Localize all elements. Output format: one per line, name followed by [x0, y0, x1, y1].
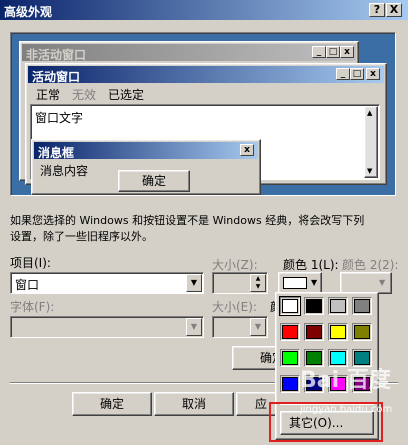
close-icon[interactable]: x [240, 144, 254, 156]
ok-button[interactable]: 确定 [72, 392, 152, 416]
item-select[interactable]: 窗口 ▼ [10, 272, 204, 294]
scroll-down-icon[interactable]: ▼ [367, 167, 372, 175]
color-swatch[interactable] [280, 323, 300, 341]
maximize-icon[interactable]: □ [326, 46, 340, 58]
message-box-title: 消息框 [38, 146, 75, 160]
dialog-title: 高级外观 [4, 5, 53, 19]
minimize-icon[interactable]: _ [336, 68, 350, 80]
spinner-arrows-icon[interactable]: ▲ ▼ [250, 274, 266, 292]
menu-item-selected[interactable]: 已选定 [108, 86, 144, 103]
chevron-down-icon[interactable]: ▼ [186, 274, 202, 292]
color2-label: 颜色 2(2): [342, 258, 399, 272]
menu-item-normal[interactable]: 正常 [36, 86, 60, 103]
close-icon[interactable]: x [340, 46, 354, 58]
close-button[interactable]: X [386, 3, 402, 17]
appearance-preview[interactable]: 非活动窗口 _ □ x 活动窗口 _ □ x 正常 无效 已选定 窗口文字 ▲ … [10, 32, 396, 196]
color1-picker-button[interactable]: ▼ [278, 272, 322, 294]
chevron-down-icon[interactable]: ▼ [250, 318, 266, 336]
menu-item-disabled: 无效 [72, 88, 97, 102]
size2-select[interactable]: ▼ [212, 316, 268, 338]
message-box-content: 消息内容 [40, 164, 89, 178]
size1-spinner[interactable]: ▲ ▼ [212, 272, 268, 294]
active-window-title: 活动窗口 [32, 70, 81, 84]
active-window-title-bar[interactable]: 活动窗口 _ □ x [28, 66, 384, 84]
inactive-window-title-bar[interactable]: 非活动窗口 _ □ x [22, 44, 356, 62]
close-icon[interactable]: x [366, 68, 380, 80]
message-box[interactable]: 消息框 x 消息内容 确定 [31, 139, 261, 195]
preview-scrollbar[interactable]: ▲ ▼ [364, 106, 378, 178]
ok-label: 确定 [99, 397, 124, 411]
chevron-down-icon: ▼ [379, 278, 386, 287]
message-box-title-bar[interactable]: 消息框 x [34, 142, 258, 160]
watermark-logo: Bai 百度 [300, 368, 391, 393]
color-swatch[interactable] [280, 349, 300, 367]
apply-label: 应 [255, 397, 268, 411]
dialog-title-bar[interactable]: 高级外观 ? X [0, 0, 408, 20]
watermark-url: jingyan.baidu.com [300, 404, 393, 415]
color-swatch[interactable] [328, 297, 348, 315]
minimize-icon[interactable]: _ [312, 46, 326, 58]
color-swatch[interactable] [304, 297, 324, 315]
chevron-down-icon: ▼ [311, 278, 318, 287]
color-swatch[interactable] [352, 323, 372, 341]
cancel-label: 取消 [181, 397, 206, 411]
font-select[interactable]: ▼ [10, 316, 204, 338]
item-label: 项目(I): [10, 256, 51, 270]
chevron-down-icon[interactable]: ▼ [186, 318, 202, 336]
color1-swatch [283, 277, 307, 289]
size2-label: 大小(E): [212, 300, 257, 314]
preview-menu-bar[interactable]: 正常 无效 已选定 [32, 86, 372, 102]
color-swatch[interactable] [352, 297, 372, 315]
help-button[interactable]: ? [369, 3, 385, 17]
scroll-up-icon[interactable]: ▲ [367, 109, 372, 117]
font-label: 字体(F): [10, 300, 55, 314]
message-box-ok-button[interactable]: 确定 [118, 170, 190, 192]
info-text-line1: 如果您选择的 Windows 和按钮设置不是 Windows 经典，将会改写下列 [10, 214, 365, 227]
color2-picker-button[interactable]: ▼ [340, 272, 392, 294]
color-swatch[interactable] [328, 323, 348, 341]
inactive-window-title: 非活动窗口 [26, 48, 87, 62]
window-text: 窗口文字 [35, 111, 84, 125]
color1-label: 颜色 1(L): [283, 258, 339, 272]
color-swatch[interactable] [304, 323, 324, 341]
color-swatch[interactable] [279, 296, 301, 316]
size1-label: 大小(Z): [212, 258, 258, 272]
cancel-button[interactable]: 取消 [154, 392, 234, 416]
maximize-icon[interactable]: □ [350, 68, 364, 80]
item-select-value: 窗口 [15, 278, 40, 292]
color-swatch[interactable] [280, 375, 300, 393]
info-text-line2: 设置，除了一些旧程序以外。 [10, 230, 153, 243]
